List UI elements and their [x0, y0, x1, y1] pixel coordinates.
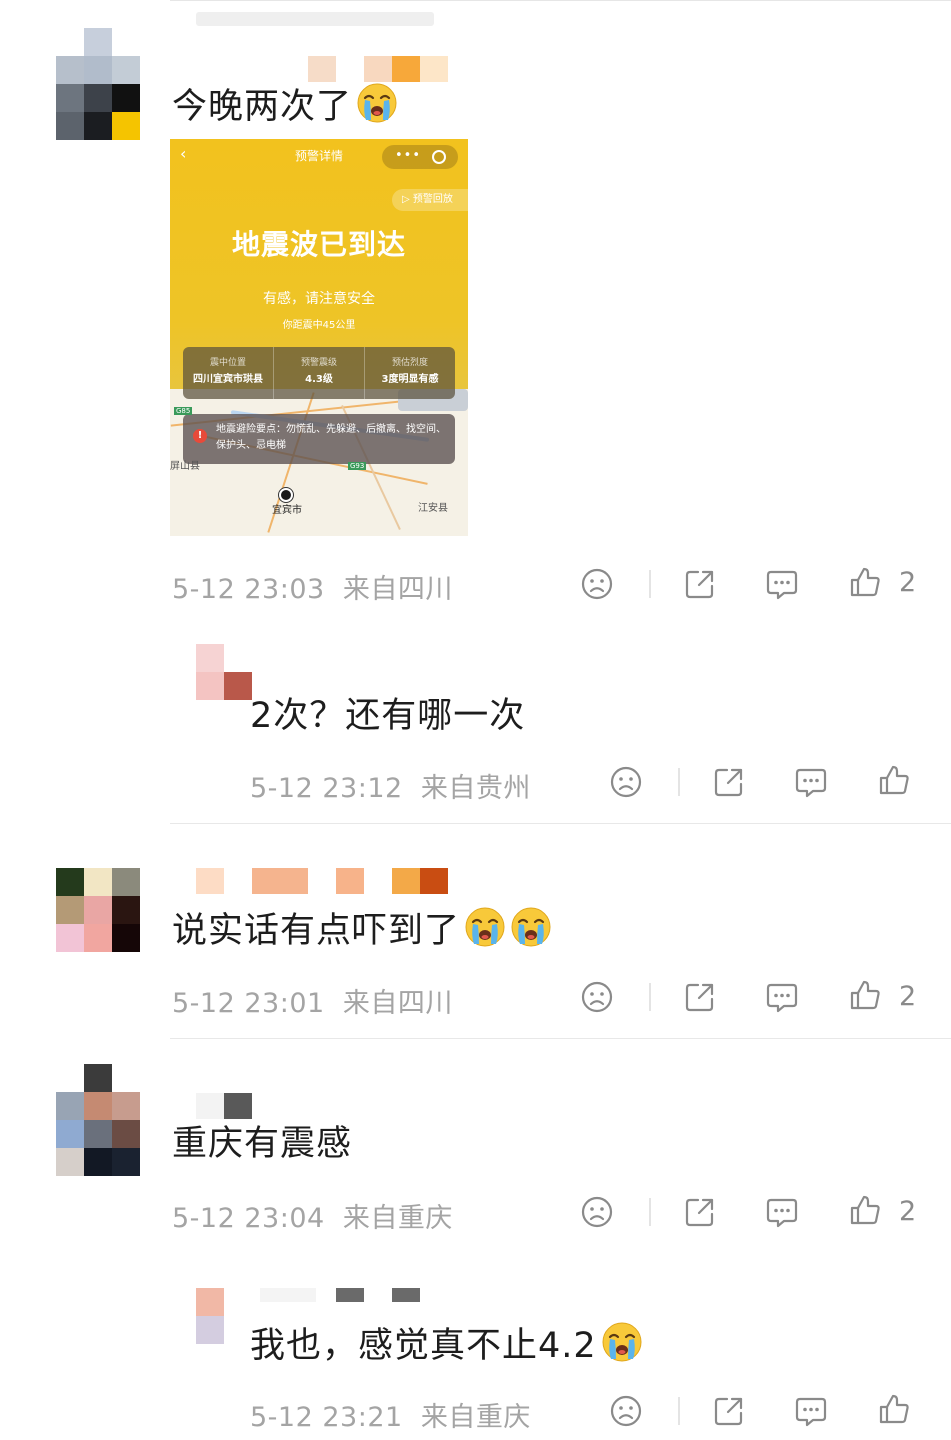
- crying-emoji-icon: [510, 906, 552, 948]
- like-count: 2: [899, 981, 917, 1012]
- comment-meta: 5-12 23:01 来自四川: [172, 988, 453, 1019]
- alert-headline: 地震波已到达: [231, 228, 406, 261]
- comment-text: 说实话有点吓到了: [172, 906, 552, 953]
- thumbs-up-icon[interactable]: [877, 763, 911, 797]
- crying-emoji-icon: [601, 1321, 643, 1363]
- felt-message: 有感，请注意安全: [263, 291, 375, 307]
- username[interactable]: [260, 1288, 420, 1302]
- map-label-west: 屏山县: [170, 461, 200, 472]
- close-target-icon[interactable]: [432, 150, 446, 164]
- thumbs-up-icon[interactable]: [848, 565, 882, 599]
- comment-text: 重庆有震感: [172, 1124, 353, 1164]
- warning-icon: !: [193, 429, 207, 443]
- comment-icon[interactable]: [765, 567, 799, 601]
- quake-info-bar: 震中位置 四川宜宾市珙县 预警震级 4.3级 预估烈度 3度明显有感: [183, 347, 455, 399]
- separator: [649, 570, 651, 598]
- avatar-lower: [56, 84, 140, 140]
- like-count: 2: [899, 567, 917, 598]
- username[interactable]: [196, 1093, 252, 1119]
- comment-icon[interactable]: [765, 980, 799, 1014]
- avatar[interactable]: [196, 644, 252, 700]
- share-icon[interactable]: [712, 1394, 746, 1428]
- map-label-city: 宜宾市: [272, 505, 302, 516]
- road-label: G93: [348, 462, 367, 470]
- road-label: G85: [174, 407, 193, 415]
- comment-icon[interactable]: [794, 765, 828, 799]
- top-divider: [170, 0, 951, 1]
- map-label-county: 江安县: [418, 503, 448, 514]
- sad-face-icon[interactable]: [580, 980, 614, 1014]
- comment-text: 我也，感觉真不止4.2: [250, 1321, 643, 1368]
- share-icon[interactable]: [683, 567, 717, 601]
- safety-tips: ! 地震避险要点：勿慌乱、先躲避、后撤离、找空间、保护头、忌电梯: [183, 414, 455, 464]
- divider: [170, 1038, 951, 1039]
- like-count: 2: [899, 1196, 917, 1227]
- replay-button[interactable]: ▷ 预警回放: [392, 189, 468, 211]
- comment-meta: 5-12 23:03 来自四川: [172, 574, 453, 605]
- comment-meta: 5-12 23:12 来自贵州: [250, 773, 531, 804]
- miniprogram-capsule[interactable]: •••: [382, 145, 458, 169]
- comment-meta: 5-12 23:04 来自重庆: [172, 1203, 453, 1234]
- sad-face-icon[interactable]: [609, 1394, 643, 1428]
- location-marker-icon: [279, 488, 293, 502]
- comment-text: 今晚两次了: [172, 82, 398, 129]
- intensity-cell: 预估烈度 3度明显有感: [364, 347, 455, 399]
- earthquake-alert-screenshot[interactable]: ‹ 预警详情 ••• ▷ 预警回放 地震波已到达 有感，请注意安全 你距震中45…: [170, 139, 468, 536]
- thumbs-up-icon[interactable]: [848, 1193, 882, 1227]
- separator: [678, 768, 680, 796]
- sad-face-icon[interactable]: [609, 765, 643, 799]
- previous-content-blur: [196, 12, 434, 26]
- share-icon[interactable]: [712, 765, 746, 799]
- share-icon[interactable]: [683, 1195, 717, 1229]
- share-icon[interactable]: [683, 980, 717, 1014]
- comment-icon[interactable]: [765, 1195, 799, 1229]
- sad-face-icon[interactable]: [580, 567, 614, 601]
- comment-text: 2次？还有哪一次: [250, 696, 526, 736]
- username[interactable]: [196, 868, 448, 894]
- avatar[interactable]: [56, 1064, 140, 1176]
- avatar[interactable]: [56, 868, 140, 952]
- epicenter-cell: 震中位置 四川宜宾市珙县: [193, 358, 263, 385]
- magnitude-cell: 预警震级 4.3级: [273, 347, 364, 399]
- separator: [678, 1397, 680, 1425]
- comment-meta: 5-12 23:21 来自重庆: [250, 1402, 531, 1433]
- separator: [649, 983, 651, 1011]
- more-icon[interactable]: •••: [395, 148, 421, 163]
- thumbs-up-icon[interactable]: [877, 1392, 911, 1426]
- sad-face-icon[interactable]: [580, 1195, 614, 1229]
- crying-emoji-icon: [356, 82, 398, 124]
- separator: [649, 1198, 651, 1226]
- comment-icon[interactable]: [794, 1394, 828, 1428]
- crying-emoji-icon: [464, 906, 506, 948]
- distance-text: 你距震中45公里: [282, 320, 356, 331]
- divider: [170, 823, 951, 824]
- thumbs-up-icon[interactable]: [848, 978, 882, 1012]
- avatar[interactable]: [196, 1288, 252, 1344]
- username[interactable]: [308, 56, 448, 82]
